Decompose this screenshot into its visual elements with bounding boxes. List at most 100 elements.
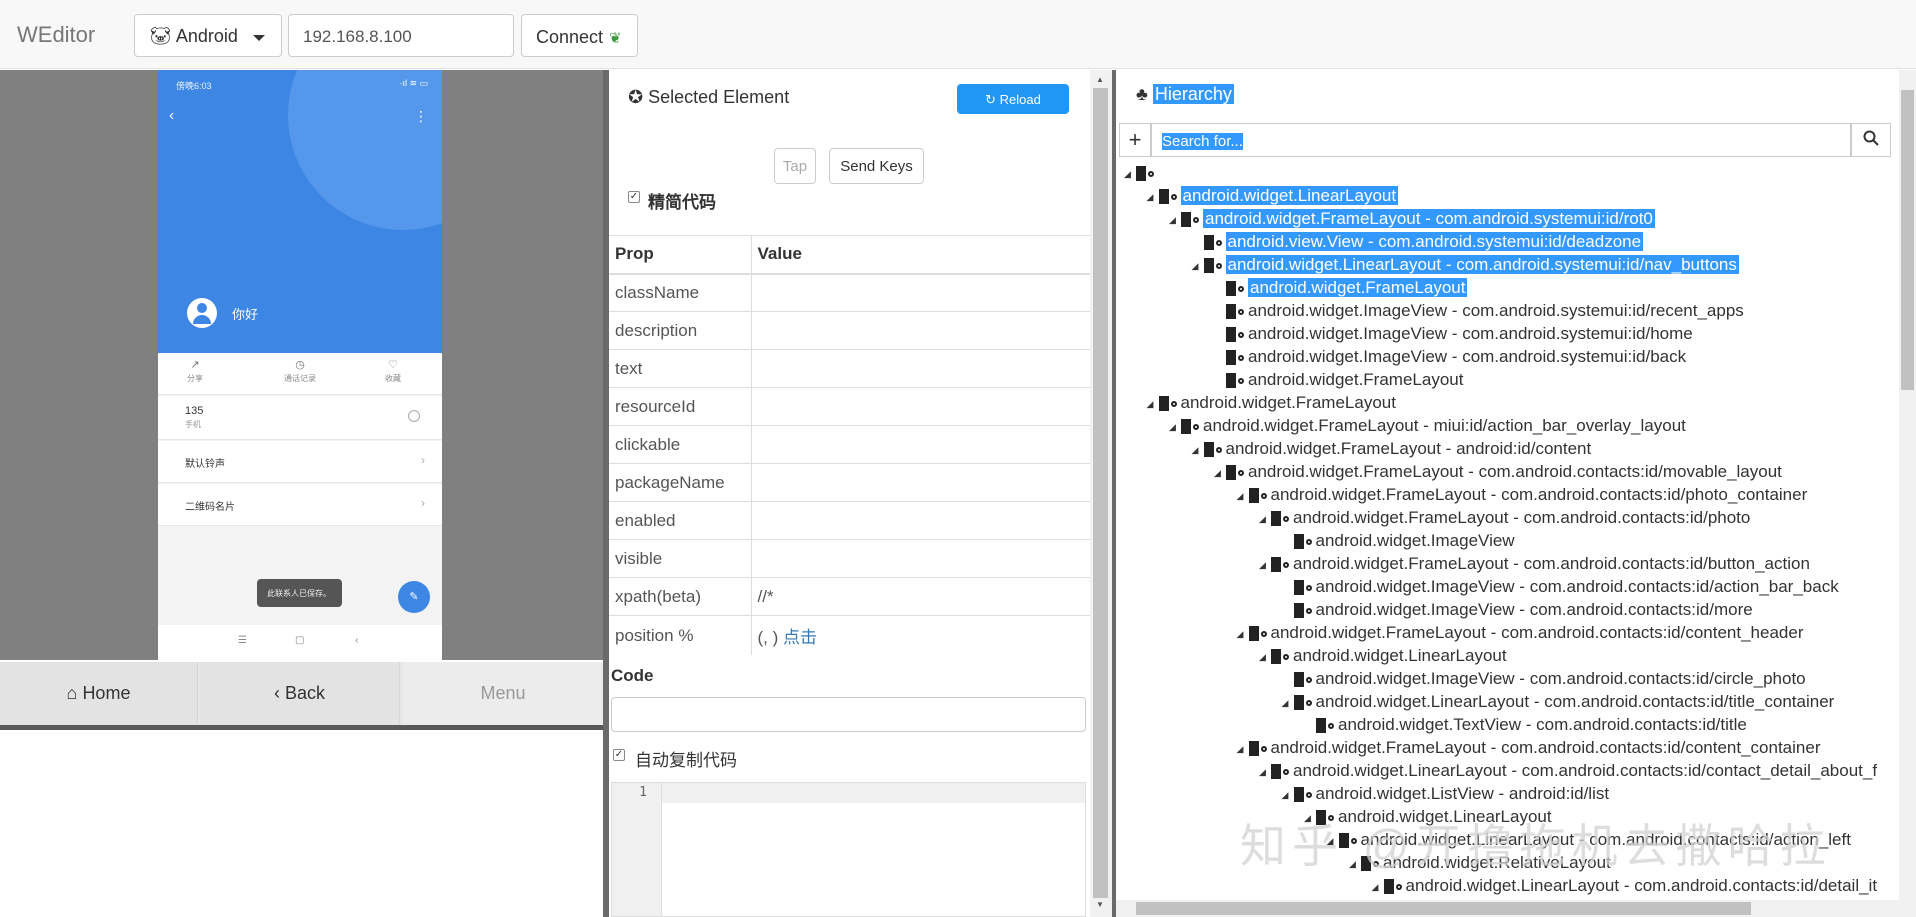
tree-toggle-icon[interactable]: ◢ [1259, 761, 1271, 783]
tree-toggle-icon[interactable]: ◢ [1237, 738, 1249, 760]
tree-node-label: android.widget.FrameLayout [1248, 370, 1464, 389]
menu-button[interactable]: Menu [402, 662, 605, 725]
tree-node[interactable]: android.widget.FrameLayout [1214, 277, 1468, 299]
send-keys-button[interactable]: Send Keys [829, 148, 924, 184]
node-icon [1136, 166, 1146, 182]
tree-toggle-icon[interactable]: ◢ [1192, 255, 1204, 277]
table-row: position % (, ) 点击 [609, 615, 1090, 655]
node-icon [1271, 557, 1281, 573]
tree-node-label: android.widget.ImageView - com.android.c… [1315, 669, 1806, 688]
click-position-link[interactable]: 点击 [783, 628, 817, 647]
tap-button[interactable]: Tap [774, 148, 816, 184]
tree-node[interactable]: ◢ android.widget.FrameLayout - com.androi… [1259, 507, 1750, 529]
home-button[interactable]: ⌂ Home [0, 662, 198, 725]
add-icon[interactable]: + [1119, 123, 1151, 157]
tree-node[interactable]: ◢ android.widget.FrameLayout [1147, 392, 1396, 414]
tree-toggle-icon[interactable]: ◢ [1259, 646, 1271, 668]
node-key-icon [1238, 285, 1244, 292]
share-label: 分享 [187, 374, 203, 383]
tree-toggle-icon[interactable]: ◢ [1259, 554, 1271, 576]
scroll-up-icon[interactable]: ▲ [1096, 75, 1104, 84]
chevron-right-icon: › [421, 496, 425, 510]
tree-node[interactable]: ◢ android.widget.LinearLayout - com.andro… [1259, 760, 1877, 782]
tree-node[interactable]: ◢ android.widget.LinearLayout - com.andro… [1192, 254, 1739, 276]
node-key-icon [1328, 722, 1334, 729]
tree-node[interactable]: ◢ android.widget.LinearLayout - com.andro… [1282, 691, 1835, 713]
tree-node[interactable]: ◢ android.widget.FrameLayout - com.androi… [1259, 553, 1810, 575]
hierarchy-panel: ♣ Hierarchy + Search for... ◢ ◢ android.wi… [1116, 70, 1899, 900]
node-icon [1293, 695, 1304, 711]
simplify-checkbox[interactable]: ✓ [628, 191, 640, 203]
tree-node[interactable]: ◢ android.widget.FrameLayout - com.androi… [1237, 484, 1808, 506]
tree-node[interactable]: ◢ android.widget.FrameLayout - android:id… [1192, 438, 1592, 460]
tree-node[interactable]: android.view.View - com.android.systemui… [1192, 231, 1644, 253]
prop-name: text [609, 349, 752, 388]
tree-node[interactable]: android.widget.FrameLayout [1214, 369, 1463, 391]
tree-toggle-icon[interactable]: ◢ [1169, 416, 1181, 438]
tree-node[interactable]: android.widget.ImageView - com.android.c… [1282, 576, 1839, 598]
tree-node[interactable]: ◢ android.widget.FrameLayout - com.androi… [1214, 461, 1782, 483]
device-screenshot[interactable]: 傍晚6:03 ·ıl ≋ ▭ ‹ ⋮ 你好 ↗ 分享 ◷ 通话记录 ♡ 收藏 135 … [158, 70, 442, 660]
tree-toggle-icon[interactable]: ◢ [1237, 485, 1249, 507]
clock-icon: ◷ [295, 359, 305, 371]
tree-node[interactable]: android.widget.ImageView - com.android.c… [1282, 599, 1753, 621]
code-editor[interactable]: 1 [611, 782, 1086, 917]
selected-element-heading: ✪ Selected Element [628, 87, 789, 108]
tree-node[interactable]: ◢ android.widget.FrameLayout - miui:id/ac… [1169, 415, 1686, 437]
inspector-scroll-thumb[interactable] [1093, 88, 1108, 898]
simplify-code-option[interactable]: ✓ 精简代码 [628, 188, 716, 213]
tree-node[interactable]: ◢ android.widget.FrameLayout - com.androi… [1237, 737, 1821, 759]
tree-node[interactable]: ◢ android.widget.LinearLayout - com.andro… [1372, 875, 1878, 897]
auto-copy-checkbox[interactable]: ✓ [613, 749, 625, 761]
search-button[interactable] [1851, 123, 1891, 157]
prop-name: packageName [609, 463, 752, 502]
platform-select[interactable]: 🐷︎ Android [134, 14, 282, 57]
tree-toggle-icon[interactable]: ◢ [1237, 623, 1249, 645]
hierarchy-search-input[interactable]: Search for... [1151, 123, 1851, 157]
table-row: resourceId [609, 387, 1090, 426]
tree-toggle-icon[interactable]: ◢ [1124, 163, 1136, 185]
scroll-down-icon[interactable]: ▼ [1096, 900, 1104, 909]
tree-node[interactable]: android.widget.TextView - com.android.co… [1304, 714, 1747, 736]
auto-copy-option[interactable]: ✓ 自动复制代码 [613, 746, 737, 771]
hierarchy-scroll-thumb[interactable] [1901, 90, 1914, 390]
watermark: 知乎 @开撸拖机去撒哈拉 [1240, 820, 1832, 872]
tree-toggle-icon[interactable]: ◢ [1282, 784, 1294, 806]
tree-node[interactable]: android.widget.ImageView - com.android.c… [1282, 668, 1806, 690]
tree-node[interactable]: android.widget.ImageView - com.android.s… [1214, 323, 1693, 345]
tree-node[interactable]: android.widget.ImageView - com.android.s… [1214, 300, 1744, 322]
back-button[interactable]: ‹ Back [200, 662, 400, 725]
heart-icon: ♡ [388, 359, 398, 371]
app-brand[interactable]: WEditor [17, 22, 95, 48]
back-arrow-icon: ‹ [169, 107, 175, 124]
code-input[interactable] [611, 697, 1086, 732]
node-icon [1226, 373, 1236, 389]
tree-toggle-icon[interactable]: ◢ [1147, 393, 1159, 415]
tree-node[interactable]: ◢ [1124, 162, 1158, 184]
tree-toggle-icon[interactable]: ◢ [1372, 876, 1384, 898]
platform-label: Android [175, 26, 238, 46]
device-ip-input[interactable]: 192.168.8.100 [288, 14, 514, 57]
reload-button[interactable]: ↻ Reload [957, 84, 1069, 114]
tree-node[interactable]: ◢ android.widget.FrameLayout - com.androi… [1169, 208, 1655, 230]
tree-node[interactable]: ◢ android.widget.ListView - android:id/li… [1282, 783, 1610, 805]
call-log-label: 通话记录 [284, 374, 316, 383]
node-icon [1158, 396, 1169, 412]
tree-toggle-icon[interactable]: ◢ [1214, 462, 1226, 484]
tree-toggle-icon[interactable]: ◢ [1192, 439, 1204, 461]
tree-node[interactable]: ◢ android.widget.LinearLayout [1259, 645, 1507, 667]
tree-toggle-icon[interactable]: ◢ [1282, 692, 1294, 714]
tree-node[interactable]: ◢ android.widget.FrameLayout - com.androi… [1237, 622, 1804, 644]
tree-node[interactable]: android.widget.ImageView - com.android.s… [1214, 346, 1686, 368]
tree-toggle-icon[interactable]: ◢ [1147, 186, 1159, 208]
hierarchy-horizontal-thumb[interactable] [1136, 902, 1751, 915]
node-icon [1203, 235, 1214, 251]
connect-label: Connect [536, 27, 604, 47]
tree-toggle-icon[interactable]: ◢ [1259, 508, 1271, 530]
tree-node[interactable]: ◢ android.widget.LinearLayout [1147, 185, 1399, 207]
tree-toggle-icon[interactable]: ◢ [1169, 209, 1181, 231]
position-value: (, ) [757, 628, 779, 647]
tree-node[interactable]: android.widget.ImageView [1282, 530, 1515, 552]
connect-button[interactable]: Connect ❦ [521, 14, 638, 57]
node-key-icon [1170, 193, 1177, 200]
